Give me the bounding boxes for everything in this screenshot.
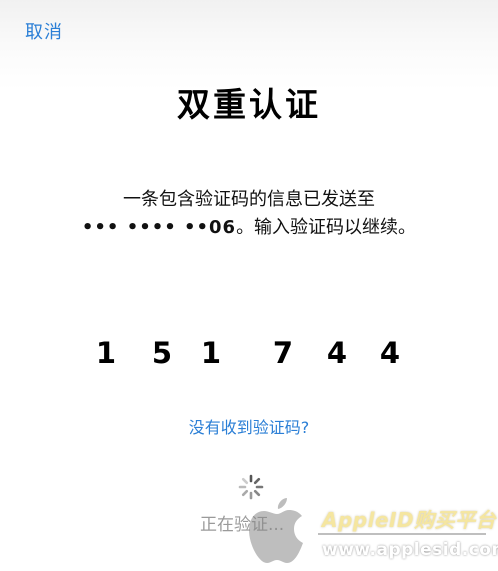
watermark-divider — [318, 533, 486, 535]
masked-phone-number: ••• •••• ••06 — [81, 217, 237, 238]
two-factor-auth-screen: 取消 双重认证 一条包含验证码的信息已发送至 ••• •••• ••06。输入验… — [0, 0, 498, 571]
code-digit-6: 4 — [379, 336, 401, 370]
resend-code-link[interactable]: 没有收到验证码? — [0, 414, 498, 438]
code-digit-1: 1 — [95, 336, 117, 370]
cancel-button[interactable]: 取消 — [25, 18, 63, 44]
apple-logo-watermark-icon — [249, 498, 303, 563]
code-digit-4: 7 — [272, 336, 294, 370]
page-title: 双重认证 — [177, 85, 321, 124]
code-digit-5: 4 — [326, 336, 348, 370]
message-line-2: ••• •••• ••06。输入验证码以继续。 — [0, 214, 498, 242]
watermark-url-text: www.applesid.com — [322, 540, 498, 560]
code-digit-2: 5 — [151, 336, 173, 370]
message-line-2-suffix: 。输入验证码以继续。 — [236, 217, 417, 238]
code-digit-3: 1 — [200, 336, 222, 370]
verification-code-input[interactable]: 1 5 1 7 4 4 — [0, 336, 498, 376]
verification-message: 一条包含验证码的信息已发送至 ••• •••• ••06。输入验证码以继续。 — [0, 186, 498, 242]
watermark-brand-text: AppleID购买平台 — [322, 508, 497, 532]
message-line-1: 一条包含验证码的信息已发送至 — [123, 189, 375, 210]
